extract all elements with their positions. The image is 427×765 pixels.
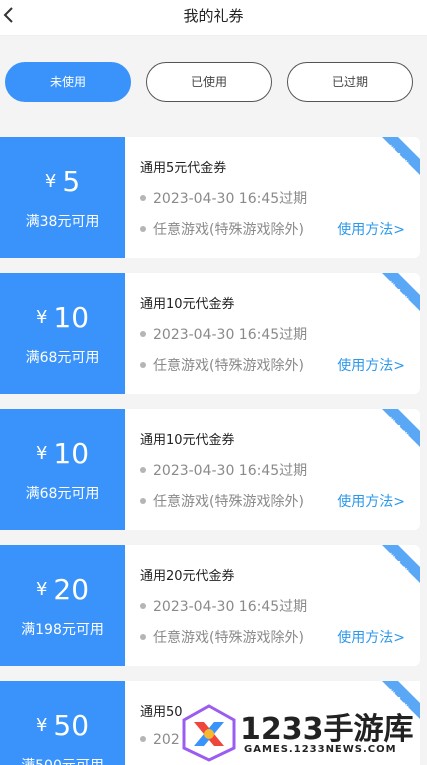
coupon-expiry-row: 2023-04-30 16:45过期 bbox=[140, 188, 307, 208]
coupon-value-panel: ¥20 满198元可用 bbox=[0, 545, 129, 666]
coupon-amount: 50 bbox=[53, 709, 90, 742]
coupon-expiry: 2023-04-30 16:45过期 bbox=[153, 327, 308, 343]
watermark-site: GAMES.1233NEWS.COM bbox=[244, 744, 397, 755]
watermark-brand: 1233手游库 bbox=[240, 712, 414, 747]
coupon-scope-row: 任意游戏(特殊游戏除外) bbox=[140, 491, 304, 511]
tab-unused[interactable]: 未使用 bbox=[5, 62, 131, 102]
bullet-icon bbox=[140, 735, 146, 742]
tab-bar: 未使用 已使用 已过期 bbox=[0, 37, 427, 130]
coupon-amount: 20 bbox=[53, 573, 90, 606]
coupon-name: 通用10元代金券 bbox=[140, 297, 235, 312]
usage-instructions-link[interactable]: 使用方法> bbox=[337, 355, 405, 375]
usage-instructions-link[interactable]: 使用方法> bbox=[337, 627, 405, 647]
coupon-value-panel: ¥5 满38元可用 bbox=[0, 137, 129, 258]
coupon-scope-row: 任意游戏(特殊游戏除外) bbox=[140, 355, 304, 375]
coupon-value-panel: ¥10 满68元可用 bbox=[0, 409, 129, 530]
bullet-icon bbox=[140, 225, 146, 232]
coupon-condition: 满198元可用 bbox=[21, 622, 104, 638]
coupon-condition: 满68元可用 bbox=[25, 350, 100, 366]
coupon-name: 通用20元代金券 bbox=[140, 569, 235, 584]
coupon-name: 通用10元代金券 bbox=[140, 433, 235, 448]
tab-used[interactable]: 已使用 bbox=[146, 62, 272, 102]
coupon-card[interactable]: ¥10 满68元可用 通用10元代金券 2023-04-30 16:45过期 任… bbox=[0, 409, 420, 530]
coupon-scope: 任意游戏(特殊游戏除外) bbox=[153, 630, 304, 646]
currency-symbol: ¥ bbox=[44, 171, 57, 192]
coupon-card[interactable]: ¥10 满68元可用 通用10元代金券 2023-04-30 16:45过期 任… bbox=[0, 273, 420, 394]
usage-instructions-link[interactable]: 使用方法> bbox=[337, 491, 405, 511]
voucher-tag-ribbon: 代金券 bbox=[381, 273, 420, 311]
top-bar: 我的礼券 bbox=[0, 0, 427, 36]
page-title: 我的礼券 bbox=[183, 7, 244, 25]
coupon-card[interactable]: ¥20 满198元可用 通用20元代金券 2023-04-30 16:45过期 … bbox=[0, 545, 420, 666]
coupon-expiry-row: 202 bbox=[140, 732, 180, 748]
coupon-condition: 满38元可用 bbox=[25, 214, 100, 230]
coupon-name: 通用5元代金券 bbox=[140, 161, 227, 176]
coupon-value-panel: ¥50 满500元可用 bbox=[0, 681, 129, 765]
currency-symbol: ¥ bbox=[35, 307, 48, 328]
coupon-scope: 任意游戏(特殊游戏除外) bbox=[153, 494, 304, 510]
coupon-expiry-row: 2023-04-30 16:45过期 bbox=[140, 324, 307, 344]
currency-symbol: ¥ bbox=[35, 715, 48, 736]
voucher-tag-ribbon: 代金券 bbox=[381, 409, 420, 447]
coupon-condition: 满500元可用 bbox=[0, 755, 125, 765]
coupon-expiry-row: 2023-04-30 16:45过期 bbox=[140, 460, 307, 480]
bullet-icon bbox=[140, 330, 146, 337]
usage-instructions-link[interactable]: 使用方法> bbox=[337, 219, 405, 239]
coupon-scope-row: 任意游戏(特殊游戏除外) bbox=[140, 219, 304, 239]
currency-symbol: ¥ bbox=[35, 579, 48, 600]
coupon-name: 通用50 bbox=[140, 705, 183, 720]
currency-symbol: ¥ bbox=[35, 443, 48, 464]
coupon-value-panel: ¥10 满68元可用 bbox=[0, 273, 129, 394]
bullet-icon bbox=[140, 633, 146, 640]
coupon-expiry-row: 2023-04-30 16:45过期 bbox=[140, 596, 307, 616]
voucher-tag-ribbon: 代金券 bbox=[381, 545, 420, 583]
bullet-icon bbox=[140, 194, 146, 201]
coupon-expiry: 202 bbox=[153, 732, 180, 748]
bullet-icon bbox=[140, 602, 146, 609]
tab-expired[interactable]: 已过期 bbox=[287, 62, 413, 102]
coupon-condition: 满68元可用 bbox=[25, 486, 100, 502]
coupon-amount: 5 bbox=[62, 165, 81, 198]
bullet-icon bbox=[140, 361, 146, 368]
site-watermark: 1233手游库 GAMES.1233NEWS.COM bbox=[180, 700, 427, 765]
coupon-scope-row: 任意游戏(特殊游戏除外) bbox=[140, 627, 304, 647]
brand-logo-icon bbox=[182, 704, 236, 762]
coupon-expiry: 2023-04-30 16:45过期 bbox=[153, 191, 308, 207]
coupon-scope: 任意游戏(特殊游戏除外) bbox=[153, 358, 304, 374]
coupon-scope: 任意游戏(特殊游戏除外) bbox=[153, 222, 304, 238]
voucher-tag-ribbon: 代金券 bbox=[381, 137, 420, 175]
coupon-expiry: 2023-04-30 16:45过期 bbox=[153, 463, 308, 479]
bullet-icon bbox=[140, 466, 146, 473]
bullet-icon bbox=[140, 497, 146, 504]
coupon-expiry: 2023-04-30 16:45过期 bbox=[153, 599, 308, 615]
coupon-card[interactable]: ¥5 满38元可用 通用5元代金券 2023-04-30 16:45过期 任意游… bbox=[0, 137, 420, 258]
coupon-amount: 10 bbox=[53, 301, 90, 334]
coupon-amount: 10 bbox=[53, 437, 90, 470]
